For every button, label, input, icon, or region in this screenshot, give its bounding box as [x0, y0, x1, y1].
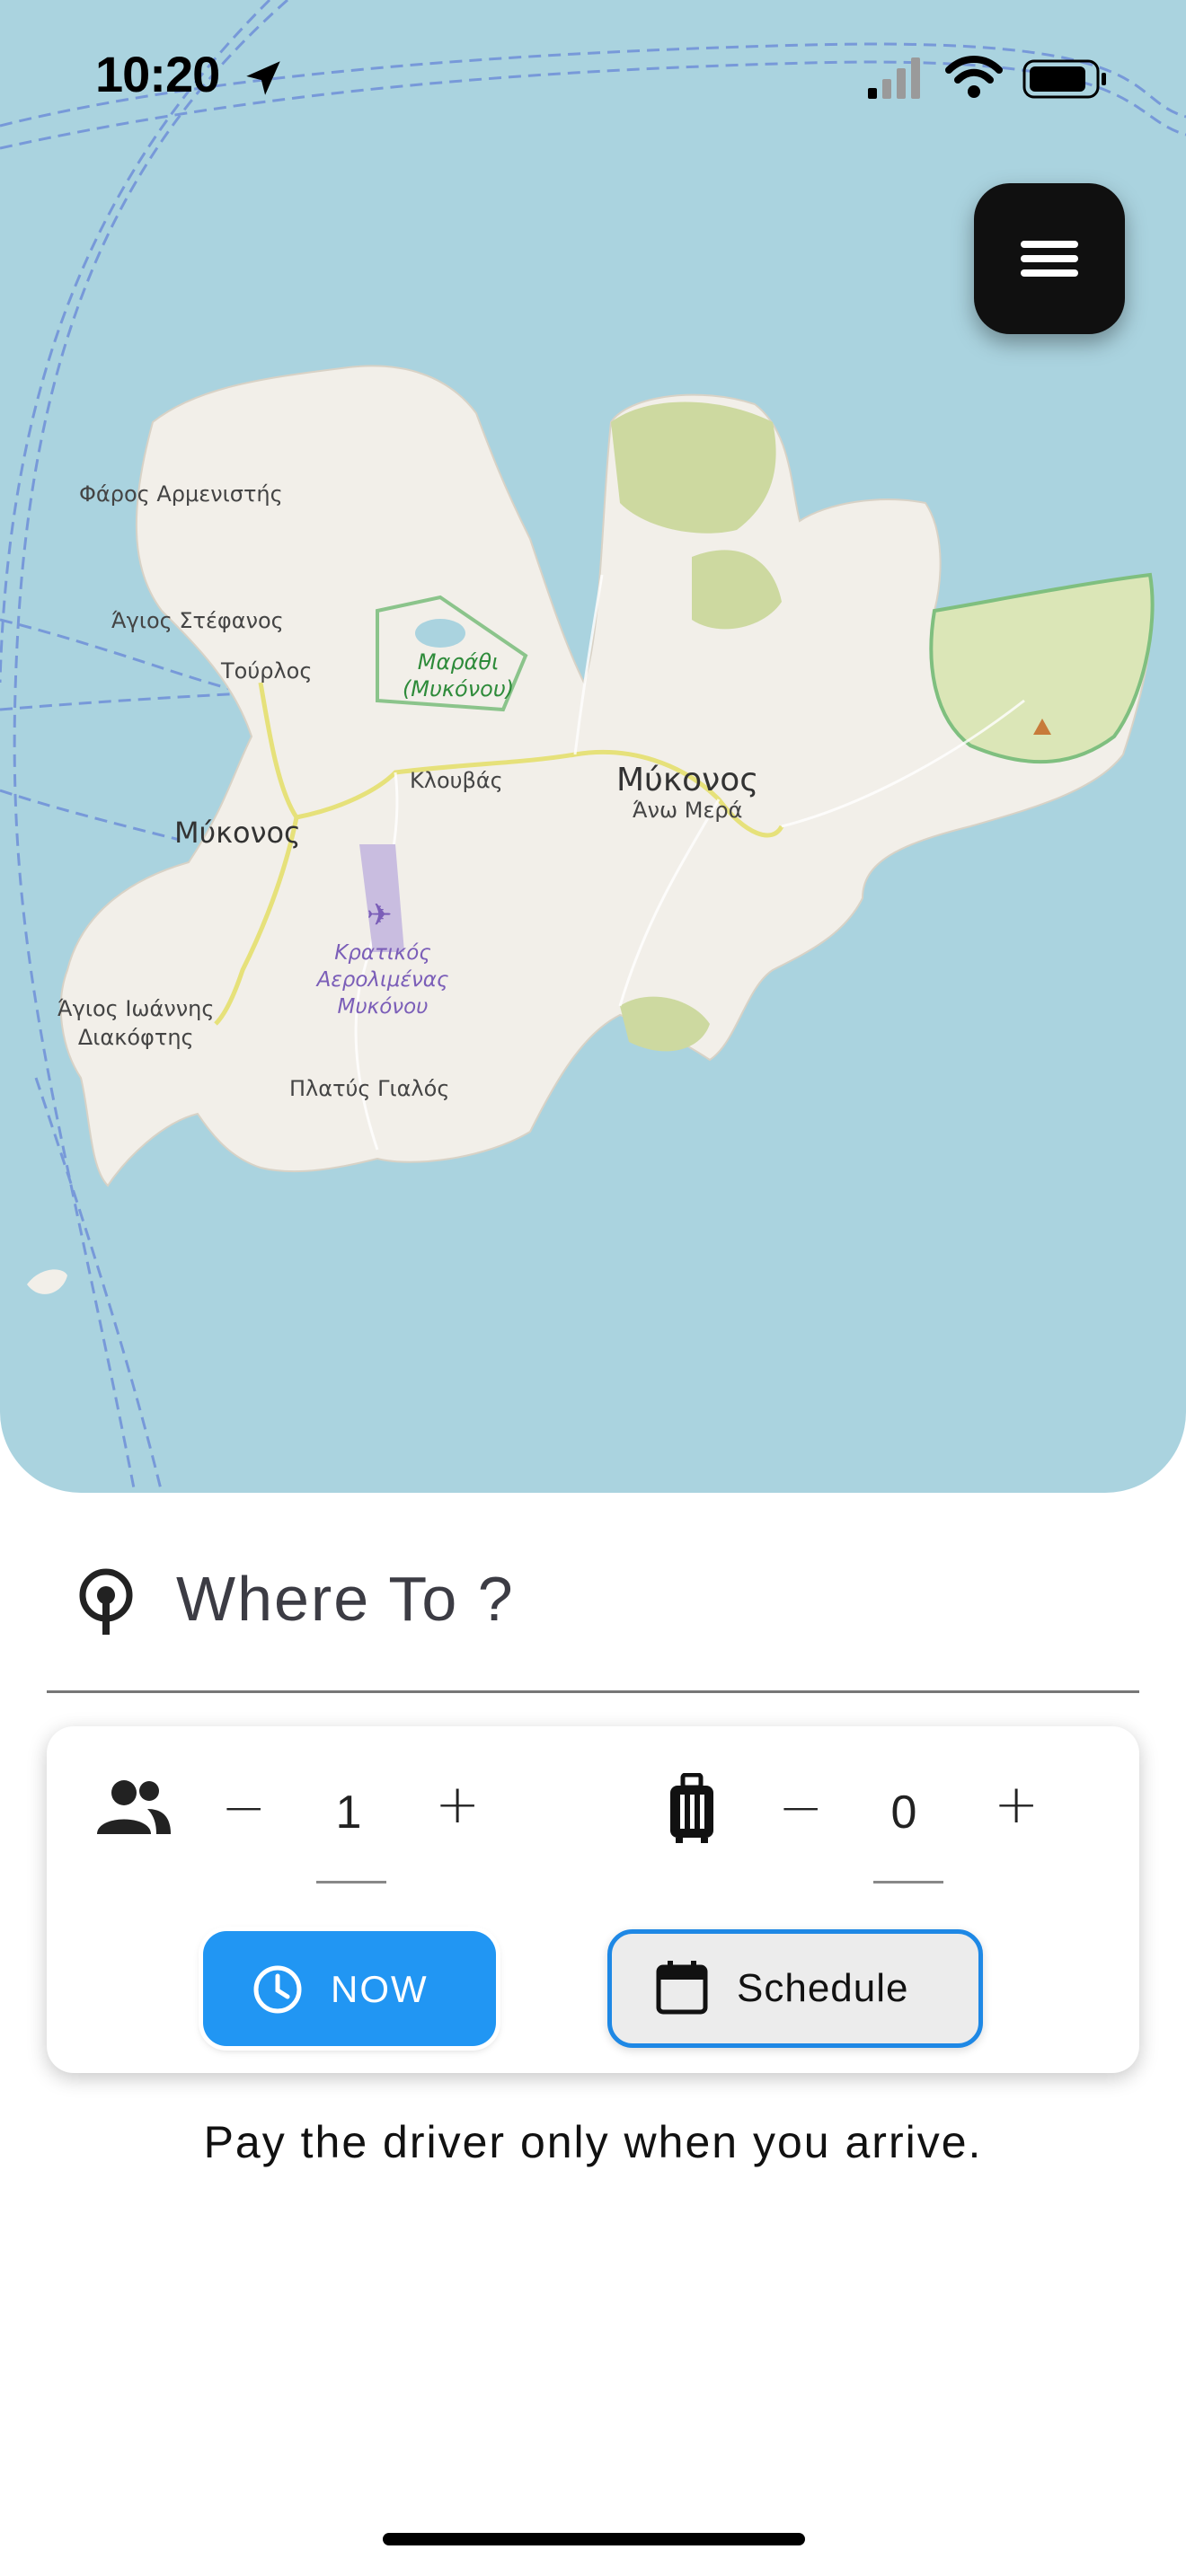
- luggage-count[interactable]: 0: [868, 1786, 940, 1839]
- passengers-decrement-button[interactable]: −: [221, 1777, 266, 1839]
- payment-note: Pay the driver only when you arrive.: [203, 2117, 983, 2167]
- location-pin-icon: [79, 1568, 133, 1635]
- map-label-tourlos: Τούρλος: [221, 658, 313, 684]
- status-time: 10:20: [95, 46, 220, 102]
- where-to-underline: [47, 1690, 1139, 1693]
- map-label-agios-ioannis: Άγιος Ιωάννης: [58, 996, 215, 1021]
- passengers-count-underline: [316, 1881, 386, 1883]
- svg-text:✈: ✈: [367, 897, 393, 933]
- map-label-faros: Φάρος Αρμενιστής: [79, 481, 283, 507]
- map-label-airport: Κρατικός: [334, 941, 431, 965]
- map-label-diakoftis: Διακόφτης: [77, 1025, 194, 1050]
- map-label-ano-mera: Άνω Μερά: [633, 798, 743, 823]
- clock-icon: [253, 1965, 302, 2014]
- passengers-increment-button[interactable]: +: [435, 1773, 480, 1836]
- map-label-platys-gialos: Πλατύς Γιαλός: [289, 1076, 450, 1101]
- now-button-label: NOW: [331, 1968, 429, 2010]
- map-label-marathi: Μαράθι: [417, 649, 500, 675]
- people-icon: [97, 1780, 171, 1834]
- luggage-icon: [670, 1773, 713, 1843]
- calendar-icon: [656, 1961, 708, 2015]
- schedule-button-label: Schedule: [737, 1966, 909, 2010]
- where-to-input[interactable]: Where To ?: [176, 1563, 515, 1635]
- menu-button[interactable]: [974, 183, 1125, 334]
- map-label-mykonos-town: Μύκονος: [174, 816, 301, 850]
- luggage-increment-button[interactable]: +: [994, 1773, 1039, 1836]
- wifi-icon: [945, 56, 1003, 98]
- passengers-count[interactable]: 1: [313, 1786, 385, 1839]
- cellular-signal-icon: [868, 57, 920, 99]
- luggage-count-underline: [873, 1881, 943, 1883]
- luggage-decrement-button[interactable]: −: [778, 1777, 823, 1839]
- home-indicator[interactable]: [383, 2533, 805, 2545]
- map-label-agios-stefanos: Άγιος Στέφανος: [111, 608, 284, 633]
- map-label-marathi-sub: (Μυκόνου): [402, 676, 515, 701]
- map-label-mykonos-east: Μύκονος: [616, 762, 759, 798]
- map-label-airport-2: Αερολιμένας: [316, 968, 449, 992]
- map-label-airport-3: Μυκόνου: [337, 995, 429, 1019]
- map-label-klouvas: Κλουβάς: [410, 768, 503, 793]
- location-arrow-icon: [246, 61, 280, 95]
- battery-icon: [1022, 59, 1106, 99]
